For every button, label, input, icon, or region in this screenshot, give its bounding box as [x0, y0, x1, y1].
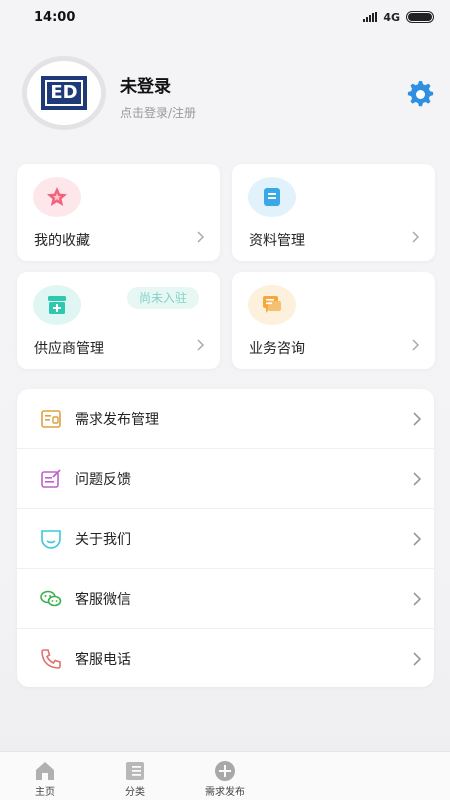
chevron-right-icon — [413, 471, 422, 486]
chat-icon — [263, 296, 281, 313]
signal-icon — [363, 12, 378, 22]
chevron-right-icon — [197, 339, 205, 351]
tab-category[interactable]: 分类 — [100, 752, 170, 800]
star-icon — [47, 187, 67, 206]
favorites-icon-bg — [33, 177, 81, 217]
menu-item-feedback[interactable]: 问题反馈 — [17, 449, 434, 508]
chevron-right-icon — [413, 411, 422, 426]
menu-item-label: 需求发布管理 — [75, 411, 159, 428]
documents-icon-bg — [248, 177, 296, 217]
menu-item-label: 客服电话 — [75, 651, 131, 668]
tab-label: 需求发布 — [205, 787, 245, 798]
menu-item-phone[interactable]: 客服电话 — [17, 629, 434, 688]
home-icon — [36, 762, 54, 780]
category-icon — [126, 762, 144, 780]
menu-item-label: 客服微信 — [75, 591, 131, 608]
status-indicators: 4G — [363, 11, 434, 24]
card-label: 我的收藏 — [34, 233, 90, 249]
about-icon — [41, 529, 61, 549]
avatar[interactable]: ED — [22, 56, 106, 130]
menu-item-demand-management[interactable]: 需求发布管理 — [17, 389, 434, 448]
menu-item-about[interactable]: 关于我们 — [17, 509, 434, 568]
status-bar: 14:00 4G — [0, 0, 450, 34]
tab-label: 主页 — [35, 787, 55, 798]
supplier-icon-bg — [33, 285, 81, 325]
chevron-right-icon — [413, 531, 422, 546]
status-time: 14:00 — [34, 9, 76, 25]
consulting-icon-bg — [248, 285, 296, 325]
settings-menu: 需求发布管理 问题反馈 关于我们 客服微信 客服电话 — [17, 389, 434, 687]
menu-item-label: 关于我们 — [75, 531, 131, 548]
chevron-right-icon — [413, 651, 422, 666]
network-label: 4G — [383, 10, 400, 24]
tab-label: 分类 — [125, 787, 145, 798]
card-label: 供应商管理 — [34, 341, 104, 357]
menu-item-wechat[interactable]: 客服微信 — [17, 569, 434, 628]
login-register-link[interactable]: 点击登录/注册 — [120, 104, 196, 121]
battery-icon — [406, 11, 434, 23]
app-logo: ED — [41, 76, 87, 110]
chevron-right-icon — [413, 591, 422, 606]
card-documents[interactable]: 资料管理 — [232, 164, 435, 261]
phone-icon — [41, 648, 61, 669]
store-icon — [48, 296, 66, 314]
bottom-tab-bar: 主页 分类 需求发布 — [0, 751, 450, 800]
tab-home[interactable]: 主页 — [10, 752, 80, 800]
add-icon — [215, 761, 235, 781]
card-supplier[interactable]: 尚未入驻 供应商管理 — [17, 272, 220, 369]
document-icon — [264, 188, 280, 206]
clipboard-icon — [41, 409, 61, 428]
feedback-icon — [41, 468, 61, 488]
tab-publish-demand[interactable]: 需求发布 — [190, 752, 260, 800]
status-badge: 尚未入驻 — [127, 287, 200, 309]
chevron-right-icon — [412, 339, 420, 351]
chevron-right-icon — [412, 231, 420, 243]
profile-header[interactable]: ED 未登录 点击登录/注册 — [22, 56, 435, 130]
card-favorites[interactable]: 我的收藏 — [17, 164, 220, 261]
menu-item-label: 问题反馈 — [75, 471, 131, 488]
user-name[interactable]: 未登录 — [120, 72, 171, 97]
card-consulting[interactable]: 业务咨询 — [232, 272, 435, 369]
card-label: 资料管理 — [249, 233, 305, 249]
wechat-icon — [40, 590, 62, 606]
gear-icon[interactable] — [403, 77, 435, 109]
chevron-right-icon — [197, 231, 205, 243]
card-label: 业务咨询 — [249, 341, 305, 357]
